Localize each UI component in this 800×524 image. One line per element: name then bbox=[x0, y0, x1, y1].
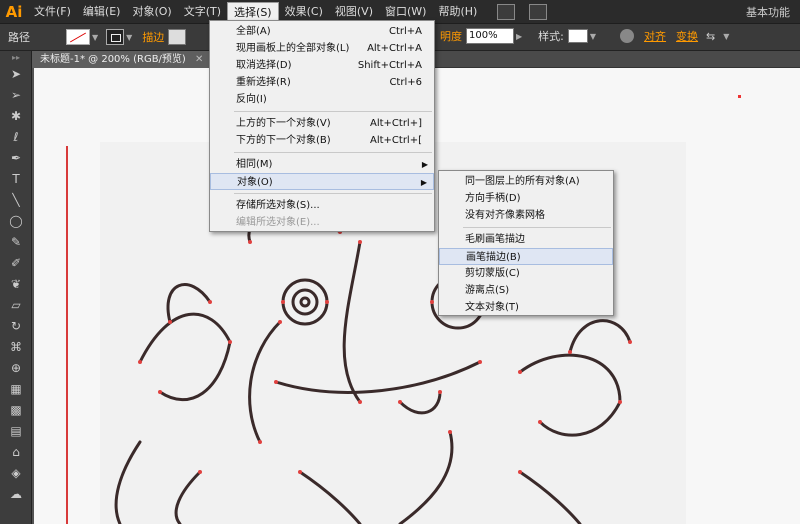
artboard-edge bbox=[66, 146, 68, 524]
document-title: 未标题-1* @ 200% (RGB/预览) bbox=[40, 54, 186, 65]
fill-swatch[interactable] bbox=[66, 29, 90, 45]
eraser-icon[interactable]: ▱ bbox=[0, 294, 32, 315]
stroke-swatch[interactable] bbox=[106, 29, 125, 45]
tools-panel: ▸▸ ➤ ➢ ✱ ℓ ✒ T ╲ ◯ ✎ ✐ ❦ ▱ ↻ ⌘ ⊕ ▦ ▩ ▤ ⌂… bbox=[0, 51, 32, 524]
menu-separator bbox=[234, 111, 432, 112]
opacity-input[interactable]: 100% bbox=[466, 28, 514, 44]
rotate-tool-icon[interactable]: ↻ bbox=[0, 315, 32, 336]
symbol-sprayer-icon[interactable]: ☁ bbox=[0, 483, 32, 504]
mesh-tool-icon[interactable]: ▩ bbox=[0, 399, 32, 420]
pen-tool-icon[interactable]: ✒ bbox=[0, 147, 32, 168]
width-tool-icon[interactable]: ⌘ bbox=[0, 336, 32, 357]
menu-item-reselect[interactable]: 重新选择(R) Ctrl+6 bbox=[210, 74, 434, 91]
menu-item-deselect[interactable]: 取消选择(D) Shift+Ctrl+A bbox=[210, 57, 434, 74]
menu-type[interactable]: 文字(T) bbox=[178, 2, 227, 22]
panel-grip-icon[interactable]: ▸▸ bbox=[0, 51, 32, 63]
magic-wand-icon[interactable]: ✱ bbox=[0, 105, 32, 126]
recolor-icon[interactable] bbox=[620, 29, 635, 43]
chevron-down-icon[interactable]: ▼ bbox=[92, 33, 98, 42]
anchor-point bbox=[738, 95, 741, 98]
line-tool-icon[interactable]: ╲ bbox=[0, 189, 32, 210]
blend-tool-icon[interactable]: ◈ bbox=[0, 462, 32, 483]
shape-builder-icon[interactable]: ⊕ bbox=[0, 357, 32, 378]
menu-item-edit-selection: 编辑所选对象(E)... bbox=[236, 217, 320, 228]
chevron-down-icon[interactable]: ▼ bbox=[590, 32, 596, 41]
chevron-right-icon: ▶ bbox=[421, 160, 428, 169]
chevron-down-icon[interactable]: ▼ bbox=[723, 32, 729, 41]
submenu-item-not-pixel-aligned[interactable]: 没有对齐像素网格 bbox=[439, 207, 613, 224]
submenu-item-direction-handles[interactable]: 方向手柄(D) bbox=[439, 190, 613, 207]
blob-brush-icon[interactable]: ❦ bbox=[0, 273, 32, 294]
lasso-icon[interactable]: ℓ bbox=[0, 126, 32, 147]
menu-window[interactable]: 窗口(W) bbox=[379, 2, 432, 22]
chevron-down-icon[interactable]: ▼ bbox=[126, 33, 132, 42]
menu-item-inverse[interactable]: 反向(I) bbox=[210, 91, 434, 108]
menu-file[interactable]: 文件(F) bbox=[28, 2, 77, 22]
stroke-label[interactable]: 描边 bbox=[142, 29, 164, 45]
transform-link[interactable]: 变换 bbox=[676, 28, 698, 44]
direct-selection-tool-icon[interactable]: ➢ bbox=[0, 84, 32, 105]
selection-tool-icon[interactable]: ➤ bbox=[0, 63, 32, 84]
submenu-item-bristle-brush[interactable]: 毛刷画笔描边 bbox=[439, 231, 613, 248]
menu-item-select-all-artboard[interactable]: 现用画板上的全部对象(L) Alt+Ctrl+A bbox=[210, 40, 434, 57]
menu-separator bbox=[234, 152, 432, 153]
menu-help[interactable]: 帮助(H) bbox=[432, 2, 483, 22]
menu-item-same[interactable]: 相同(M) ▶ bbox=[210, 156, 434, 173]
menu-item-save-selection[interactable]: 存储所选对象(S)... bbox=[210, 197, 434, 214]
type-tool-icon[interactable]: T bbox=[0, 168, 32, 189]
graphic-style-swatch[interactable] bbox=[567, 29, 588, 43]
perspective-grid-icon[interactable]: ▦ bbox=[0, 378, 32, 399]
submenu-item-brush-strokes[interactable]: 画笔描边(B) bbox=[439, 248, 613, 265]
bridge-icon[interactable] bbox=[497, 3, 516, 20]
menu-item-next-object-below[interactable]: 下方的下一个对象(B) Alt+Ctrl+[ bbox=[210, 132, 434, 149]
submenu-item-text-objects[interactable]: 文本对象(T) bbox=[439, 299, 613, 316]
menu-object[interactable]: 对象(O) bbox=[126, 2, 177, 22]
pencil-icon[interactable]: ✐ bbox=[0, 252, 32, 273]
isolate-icon[interactable]: ⇆ bbox=[706, 30, 715, 43]
paintbrush-icon[interactable]: ✎ bbox=[0, 231, 32, 252]
document-tab[interactable]: 未标题-1* @ 200% (RGB/预览) ✕ bbox=[32, 51, 212, 68]
align-link[interactable]: 对齐 bbox=[644, 28, 666, 44]
menu-effect[interactable]: 效果(C) bbox=[279, 2, 329, 22]
menu-item-object[interactable]: 对象(O) ▶ bbox=[210, 173, 434, 190]
submenu-item-clipping-masks[interactable]: 剪切蒙版(C) bbox=[439, 265, 613, 282]
eyedropper-icon[interactable]: ⌂ bbox=[0, 441, 32, 462]
stroke-weight-input[interactable] bbox=[168, 29, 187, 45]
workspace-switcher[interactable]: 基本功能 bbox=[746, 4, 790, 20]
chevron-right-icon: ▶ bbox=[420, 178, 427, 187]
arrange-documents-icon[interactable] bbox=[529, 3, 548, 20]
opacity-label[interactable]: 明度 bbox=[440, 28, 462, 44]
submenu-item-stray-points[interactable]: 游离点(S) bbox=[439, 282, 613, 299]
submenu-item-same-layer[interactable]: 同一图层上的所有对象(A) bbox=[439, 173, 613, 190]
ellipse-tool-icon[interactable]: ◯ bbox=[0, 210, 32, 231]
menu-item-select-all[interactable]: 全部(A) Ctrl+A bbox=[210, 23, 434, 40]
menu-view[interactable]: 视图(V) bbox=[329, 2, 379, 22]
menu-edit[interactable]: 编辑(E) bbox=[77, 2, 127, 22]
gradient-tool-icon[interactable]: ▤ bbox=[0, 420, 32, 441]
close-icon[interactable]: ✕ bbox=[195, 54, 203, 65]
object-submenu: 同一图层上的所有对象(A) 方向手柄(D) 没有对齐像素网格 毛刷画笔描边 画笔… bbox=[438, 170, 614, 316]
menu-item-next-object-above[interactable]: 上方的下一个对象(V) Alt+Ctrl+] bbox=[210, 115, 434, 132]
menu-separator bbox=[234, 193, 432, 194]
style-label: 样式: bbox=[538, 30, 564, 43]
chevron-right-icon[interactable]: ▶ bbox=[516, 32, 522, 41]
menu-select[interactable]: 选择(S) bbox=[227, 1, 279, 22]
selection-type-label: 路径 bbox=[8, 31, 30, 44]
app-logo: Ai bbox=[5, 2, 23, 21]
menu-separator bbox=[463, 227, 611, 228]
select-menu: 全部(A) Ctrl+A 现用画板上的全部对象(L) Alt+Ctrl+A 取消… bbox=[209, 20, 435, 232]
